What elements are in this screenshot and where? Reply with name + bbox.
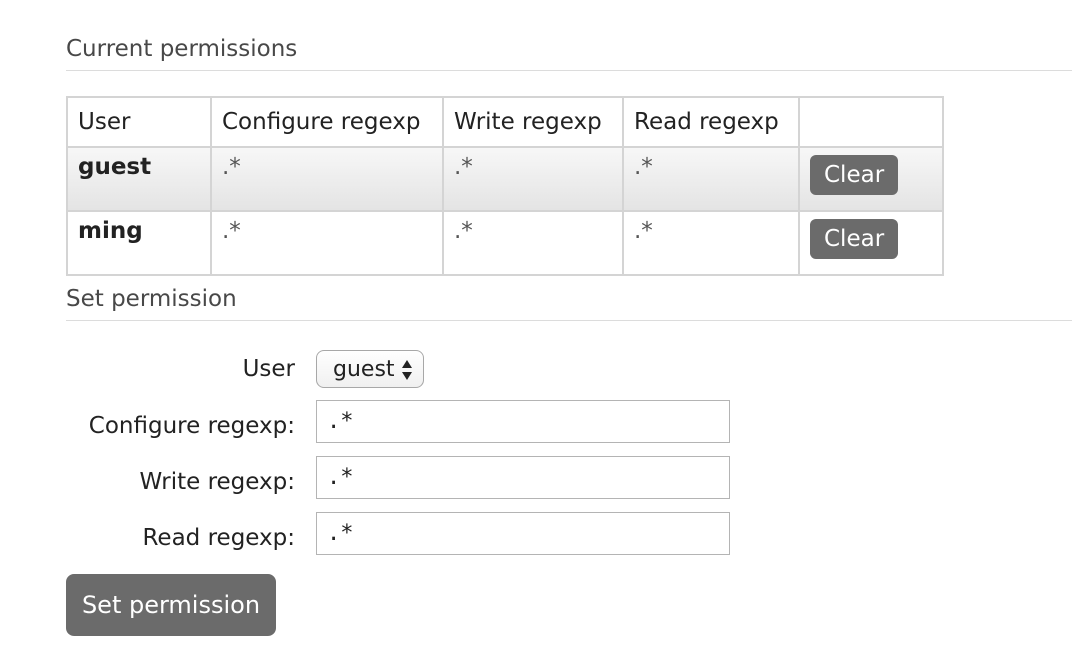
- read-regexp-cell: .*: [622, 210, 800, 276]
- set-permission-heading: Set permission: [66, 286, 237, 312]
- permissions-table: User Configure regexp Write regexp Read …: [66, 96, 944, 276]
- current-permissions-heading: Current permissions: [66, 36, 298, 62]
- column-header-write: Write regexp: [442, 96, 624, 148]
- read-regexp-cell: .*: [622, 146, 800, 212]
- updown-arrows-icon: [402, 360, 412, 380]
- column-header-read: Read regexp: [622, 96, 800, 148]
- write-regexp-cell: .*: [442, 146, 624, 212]
- set-permission-button[interactable]: Set permission: [66, 574, 276, 636]
- table-row: guest .* .* .* Clear: [66, 146, 944, 212]
- column-header-configure: Configure regexp: [210, 96, 444, 148]
- table-row: ming .* .* .* Clear: [66, 210, 944, 276]
- configure-regexp-label: Configure regexp:: [88, 413, 295, 439]
- user-select-value: guest: [333, 357, 395, 382]
- action-cell: Clear: [798, 146, 944, 212]
- column-header-actions: [798, 96, 944, 148]
- write-regexp-label: Write regexp:: [139, 469, 295, 495]
- user-name: guest: [78, 154, 152, 180]
- action-cell: Clear: [798, 210, 944, 276]
- section-divider: [66, 320, 1072, 321]
- section-divider: [66, 70, 1072, 71]
- user-cell: guest: [66, 146, 212, 212]
- write-regexp-cell: .*: [442, 210, 624, 276]
- read-regexp-label: Read regexp:: [142, 525, 295, 551]
- table-header-row: User Configure regexp Write regexp Read …: [66, 96, 944, 148]
- configure-regexp-input[interactable]: [316, 400, 730, 443]
- column-header-user: User: [66, 96, 212, 148]
- user-name: ming: [78, 218, 143, 244]
- user-label: User: [242, 356, 295, 382]
- read-regexp-input[interactable]: [316, 512, 730, 555]
- user-cell: ming: [66, 210, 212, 276]
- permissions-page: Current permissions User Configure regex…: [0, 0, 1072, 670]
- clear-button[interactable]: Clear: [810, 155, 899, 195]
- configure-regexp-cell: .*: [210, 146, 444, 212]
- configure-regexp-cell: .*: [210, 210, 444, 276]
- write-regexp-input[interactable]: [316, 456, 730, 499]
- clear-button[interactable]: Clear: [810, 219, 899, 259]
- user-select[interactable]: guest: [316, 350, 424, 388]
